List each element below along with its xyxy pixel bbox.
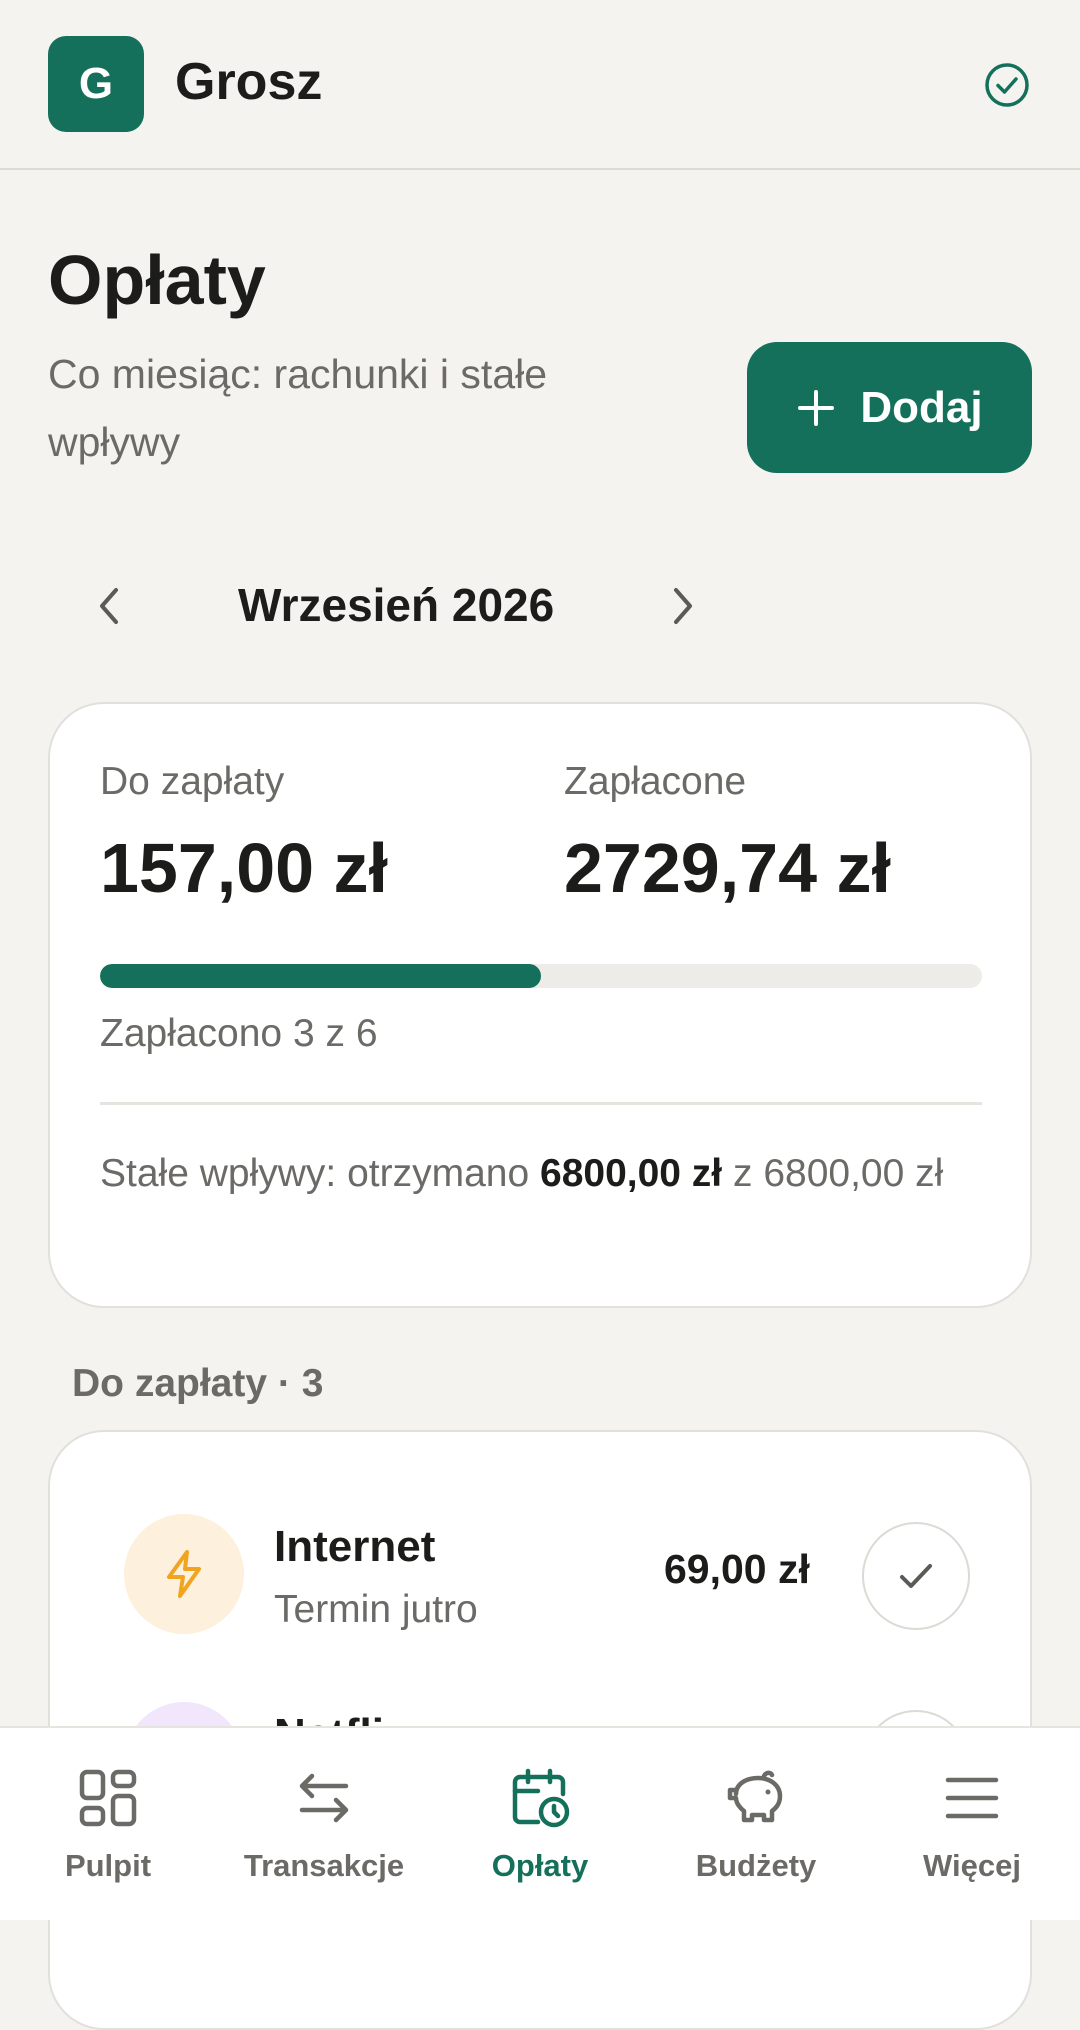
due-value: 157,00 zł [100, 829, 388, 907]
page-title: Opłaty [48, 241, 266, 319]
nav-item-pulpit[interactable]: Pulpit [0, 1728, 216, 1920]
nav-label: Pulpit [64, 1848, 152, 1883]
income-suffix: z 6800,00 zł [733, 1152, 944, 1195]
nav-label: Budżety [695, 1848, 817, 1883]
month-label: Wrzesień 2026 [238, 579, 555, 631]
income-prefix: Stałe wpływy: otrzymano [100, 1152, 530, 1195]
due-label: Do zapłaty [100, 760, 285, 803]
nav-label: Opłaty [491, 1848, 589, 1883]
app-logo[interactable]: G [48, 36, 144, 132]
paid-label: Zapłacone [564, 760, 747, 803]
calendar-clock-icon [512, 1768, 570, 1828]
nav-label: Więcej [923, 1848, 1021, 1883]
summary-card: Do zapłaty 157,00 zł Zapłacone 2729,74 z… [48, 702, 1032, 1308]
add-button[interactable]: Dodaj [747, 342, 1032, 473]
payment-progress-fill [100, 964, 541, 988]
income-summary: Stałe wpływy: otrzymano 6800,00 zł z 680… [100, 1144, 960, 1204]
divider [100, 1102, 982, 1105]
check-icon [900, 1564, 932, 1588]
nav-item-transakcje[interactable]: Transakcje [216, 1728, 432, 1920]
progress-text: Zapłacono 3 z 6 [100, 1012, 378, 1055]
nav-item-wiecej[interactable]: Więcej [864, 1728, 1080, 1920]
plus-icon [798, 389, 835, 426]
payment-progress-bar [100, 964, 982, 988]
check-circle-icon[interactable] [984, 62, 1030, 108]
bill-name[interactable]: Internet [274, 1522, 435, 1572]
income-received: 6800,00 zł [540, 1152, 723, 1195]
app-name: Grosz [175, 53, 323, 111]
bill-amount: 69,00 zł [664, 1546, 810, 1592]
chevron-right-icon[interactable] [664, 578, 704, 634]
section-title: Do zapłaty · 3 [72, 1362, 324, 1405]
piggy-bank-icon [727, 1770, 783, 1823]
nav-item-budzety[interactable]: Budżety [648, 1728, 864, 1920]
transfer-arrows-icon [299, 1773, 349, 1823]
bill-due: Termin jutro [274, 1588, 478, 1631]
bottom-nav: Pulpit Transakcje Opłaty Budżety Więcej [0, 1726, 1080, 1920]
menu-icon [945, 1777, 999, 1819]
app-header: G Grosz [0, 0, 1080, 170]
nav-item-oplaty[interactable]: Opłaty [432, 1728, 648, 1920]
paid-value: 2729,74 zł [564, 829, 891, 907]
page-subtitle: Co miesiąc: rachunki i stałe wpływy [48, 351, 548, 465]
nav-label: Transakcje [243, 1848, 405, 1883]
lightning-icon [124, 1514, 244, 1634]
chevron-left-icon[interactable] [88, 578, 128, 634]
dashboard-icon [79, 1769, 137, 1827]
mark-paid-button[interactable] [862, 1522, 970, 1630]
add-button-label: Dodaj [860, 382, 983, 432]
